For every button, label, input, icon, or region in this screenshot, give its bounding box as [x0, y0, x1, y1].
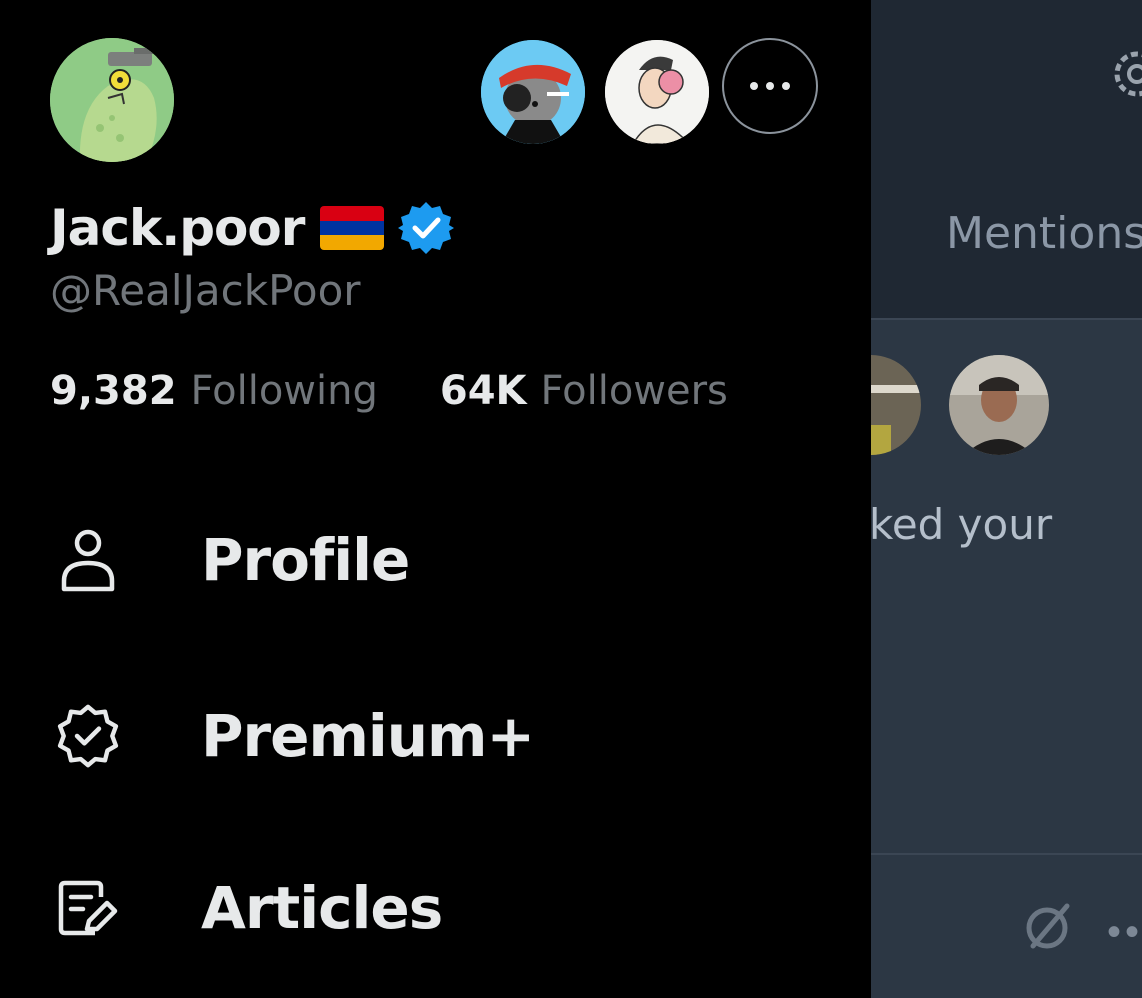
menu-label: Premium+	[201, 702, 535, 770]
menu-item-premium[interactable]: Premium+	[50, 696, 535, 776]
tab-mentions: Mentions	[946, 208, 1142, 259]
menu-item-profile[interactable]: Profile	[50, 520, 410, 600]
person-icon	[50, 522, 126, 598]
more-accounts-button[interactable]	[722, 38, 818, 134]
background-header	[871, 0, 1142, 318]
more-icon: ••	[1107, 910, 1142, 954]
followers-count: 64K	[439, 368, 527, 414]
background-app-panel: Mentions ked your ••	[821, 0, 1142, 998]
verified-badge-icon	[398, 202, 455, 254]
divider	[871, 853, 1142, 855]
followers-stat[interactable]: 64K Followers	[440, 368, 728, 414]
gear-icon	[1114, 51, 1142, 97]
followers-label: Followers	[540, 368, 728, 414]
following-stat[interactable]: 9,382 Following	[50, 368, 378, 414]
menu-label: Profile	[201, 526, 410, 594]
flag-icon	[320, 206, 385, 250]
article-edit-icon	[50, 870, 126, 946]
navigation-drawer: Jack.poor @RealJackPoor 9,382 Following …	[0, 0, 871, 998]
divider	[871, 318, 1142, 320]
profile-avatar[interactable]	[50, 38, 174, 162]
menu-item-articles[interactable]: Articles	[50, 868, 443, 948]
verified-outline-icon	[50, 698, 126, 774]
menu-label: Articles	[201, 874, 443, 942]
user-handle: @RealJackPoor	[50, 266, 361, 315]
display-name: Jack.poor	[50, 199, 305, 257]
following-label: Following	[190, 368, 378, 414]
notification-text: ked your	[869, 500, 1053, 549]
switch-account-avatar[interactable]	[605, 40, 709, 144]
avatar	[949, 355, 1049, 455]
more-icon	[750, 82, 790, 90]
switch-account-avatar[interactable]	[481, 40, 585, 144]
disabled-icon	[1026, 903, 1070, 949]
follow-stats: 9,382 Following 64K Followers	[50, 368, 728, 414]
profile-name-row[interactable]: Jack.poor	[50, 196, 455, 260]
following-count: 9,382	[50, 368, 177, 414]
